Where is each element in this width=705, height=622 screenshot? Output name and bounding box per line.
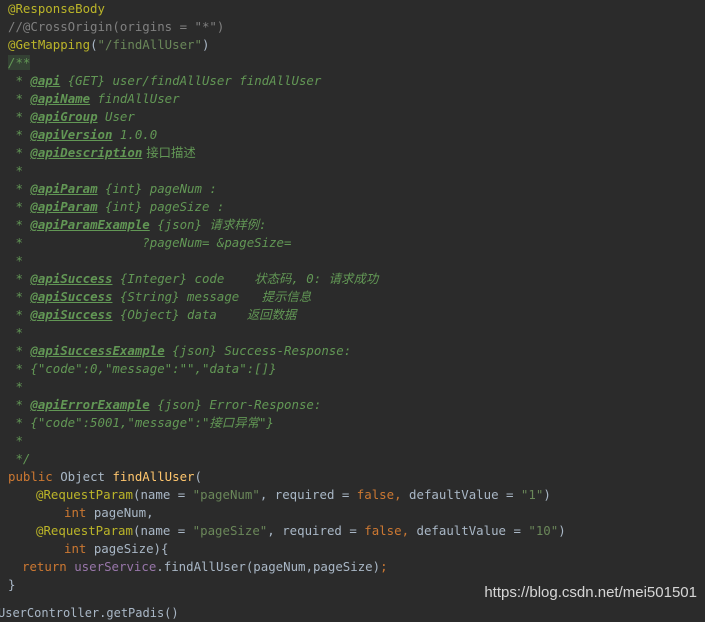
doc-line: * (8, 325, 23, 340)
doc-tag: @apiDescription (30, 145, 143, 160)
doc-tag: @api (30, 73, 61, 88)
code-line: @ResponseBody (8, 0, 105, 18)
string-literal: "/findAllUser" (97, 37, 202, 52)
doc-tag: @apiParamExample (30, 217, 150, 232)
annotation: @RequestParam (36, 487, 133, 502)
partial-code-line: UserController.getPadis() (0, 606, 179, 620)
doc-tag: @apiName (30, 91, 91, 106)
doc-tag: @apiSuccess (30, 289, 113, 304)
doc-tag: @apiGroup (30, 109, 98, 124)
doc-line: * @apiErrorExample {json} Error-Response… (8, 397, 322, 412)
doc-tag: @apiSuccess (30, 271, 113, 286)
doc-line: * (8, 253, 23, 268)
method-signature: public Object findAllUser( (8, 469, 202, 484)
doc-line: * @apiSuccess {Integer} code 状态码, 0: 请求成… (8, 271, 379, 286)
doc-line: * @apiSuccess {String} message 提示信息 (8, 289, 312, 304)
code-line: int pageNum, (64, 505, 154, 520)
doc-line: * @apiParam {int} pageSize : (8, 199, 225, 214)
code-line: @RequestParam(name = "pageSize", require… (36, 523, 566, 538)
doc-line: * {"code":0,"message":"","data":[]} (8, 361, 277, 376)
method-name: findAllUser (112, 469, 195, 484)
doc-tag: @apiErrorExample (30, 397, 150, 412)
doc-line: * {"code":5001,"message":"接口异常"} (8, 415, 274, 430)
doc-tag: @apiParam (30, 199, 98, 214)
code-line: //@CrossOrigin(origins = "*") (8, 18, 224, 36)
doc-tag: @apiSuccess (30, 307, 113, 322)
code-line: return userService.findAllUser(pageNum,p… (22, 559, 388, 574)
doc-line: * @apiDescription 接口描述 (8, 145, 196, 160)
watermark-text: https://blog.csdn.net/mei501501 (484, 584, 697, 601)
line-comment: //@CrossOrigin(origins = "*") (8, 19, 225, 34)
annotation: @GetMapping (8, 37, 91, 52)
doc-line: * @apiSuccess {Object} data 返回数据 (8, 307, 297, 322)
doc-line: * @apiParam {int} pageNum : (8, 181, 217, 196)
keyword: public (8, 469, 53, 484)
code-editor[interactable]: @ResponseBody //@CrossOrigin(origins = "… (0, 0, 705, 620)
doc-line: * @apiName findAllUser (8, 91, 180, 106)
doc-line: * (8, 379, 23, 394)
doc-line: * @apiVersion 1.0.0 (8, 127, 158, 142)
code-line: @RequestParam(name = "pageNum", required… (36, 487, 551, 502)
doc-line: * ?pageNum= &pageSize= (8, 235, 292, 250)
doc-line: * @apiGroup User (8, 109, 135, 124)
code-line: /** (8, 54, 31, 72)
annotation: @ResponseBody (8, 1, 105, 16)
doc-tag: @apiVersion (30, 127, 113, 142)
doc-tag: @apiParam (30, 181, 98, 196)
doc-line: * @apiParamExample {json} 请求样例: (8, 217, 267, 232)
doc-comment-open: /** (8, 55, 31, 70)
code-line: int pageSize){ (64, 541, 169, 556)
code-line: } (8, 577, 16, 592)
code-line: @GetMapping("/findAllUser") (8, 37, 210, 52)
annotation: @RequestParam (36, 523, 133, 538)
doc-line: * @api {GET} user/findAllUser findAllUse… (8, 73, 322, 88)
doc-line: * (8, 433, 23, 448)
doc-line: * @apiSuccessExample {json} Success-Resp… (8, 343, 352, 358)
doc-line: * (8, 163, 23, 178)
doc-tag: @apiSuccessExample (30, 343, 165, 358)
doc-line: */ (8, 451, 31, 466)
